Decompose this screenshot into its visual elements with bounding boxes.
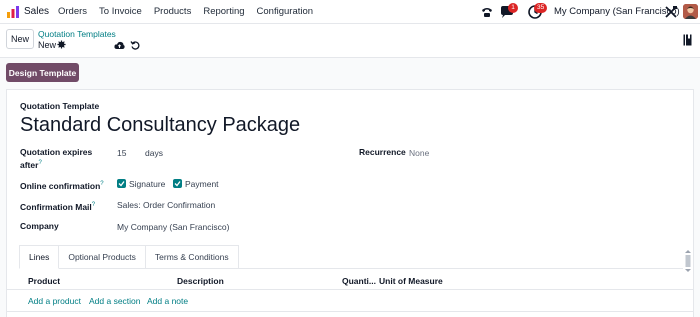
user-avatar[interactable] [683,4,698,19]
online-confirmation-label: Online confirmation? [20,179,104,192]
signature-checkbox[interactable] [117,179,126,188]
design-template-button[interactable]: Design Template [6,63,79,82]
breadcrumb-current-record: New [38,40,57,50]
quotation-validity-unit: days [145,148,163,158]
help-tooltip-icon[interactable]: ? [38,160,41,166]
menu-item-orders[interactable]: Orders [58,6,87,17]
main-menu: Orders To Invoice Products Reporting Con… [58,6,313,17]
save-cloud-icon[interactable] [114,41,125,50]
confirmation-mail-field[interactable]: Sales: Order Confirmation [117,200,215,210]
tab-terms-conditions[interactable]: Terms & Conditions [145,245,239,269]
add-product-link[interactable]: Add a product [28,296,81,306]
menu-item-reporting[interactable]: Reporting [203,6,244,17]
payment-checkbox[interactable] [173,179,182,188]
scrollbar[interactable] [685,250,691,272]
confirmation-mail-label: Confirmation Mail? [20,200,95,213]
company-label: Company [20,221,59,231]
help-tooltip-icon[interactable]: ? [100,181,103,187]
add-note-link[interactable]: Add a note [147,296,188,306]
tab-optional-products[interactable]: Optional Products [59,245,146,269]
company-switcher[interactable]: My Company (San Francisco) [554,6,680,17]
notebook-tabs: Lines Optional Products Terms & Conditio… [19,245,239,269]
top-navbar: Sales Orders To Invoice Products Reporti… [0,0,700,24]
quotation-validity-input[interactable]: 15 [117,148,126,158]
discard-changes-icon[interactable] [130,40,140,50]
control-panel: New Quotation Templates New [0,24,700,58]
column-header-product[interactable]: Product [28,276,60,286]
confirmation-mail-label-text: Confirmation Mail [20,201,92,212]
activities-badge: 35 [534,3,548,13]
signature-label[interactable]: Signature [129,179,165,189]
menu-item-to-invoice[interactable]: To Invoice [99,6,142,17]
menu-item-products[interactable]: Products [154,6,192,17]
quotation-expires-label: Quotation expires after? [20,147,110,171]
recurrence-label: Recurrence [359,147,406,157]
payment-label[interactable]: Payment [185,179,219,189]
debug-tools-icon[interactable] [664,5,678,19]
check-icon [118,181,125,187]
online-confirmation-label-text: Online confirmation [20,180,101,191]
help-tooltip-icon[interactable]: ? [92,202,95,208]
messages-badge: 1 [508,3,518,13]
table-header-divider [7,289,693,290]
app-name[interactable]: Sales [24,6,49,17]
quotation-expires-label-text: Quotation expires after [20,147,93,170]
column-header-description[interactable]: Description [177,276,224,286]
gear-icon[interactable] [57,40,66,49]
tab-lines[interactable]: Lines [19,245,60,269]
recurrence-field[interactable]: None [409,148,429,158]
column-header-quantity[interactable]: Quanti... [342,276,376,286]
column-header-unit-of-measure[interactable]: Unit of Measure [379,276,443,286]
table-row-divider [7,311,693,312]
template-name-field[interactable]: Standard Consultancy Package [20,114,300,137]
sales-app-icon[interactable] [6,5,20,19]
menu-item-configuration[interactable]: Configuration [257,6,314,17]
knowledge-book-icon[interactable] [683,34,693,46]
company-field[interactable]: My Company (San Francisco) [117,222,229,232]
phone-icon[interactable] [480,5,494,19]
template-name-label: Quotation Template [20,101,100,111]
add-section-link[interactable]: Add a section [89,296,141,306]
form-sheet: Quotation Template Standard Consultancy … [6,89,694,317]
breadcrumb-quotation-templates[interactable]: Quotation Templates [38,29,116,39]
new-button[interactable]: New [6,29,34,49]
check-icon [174,181,181,187]
